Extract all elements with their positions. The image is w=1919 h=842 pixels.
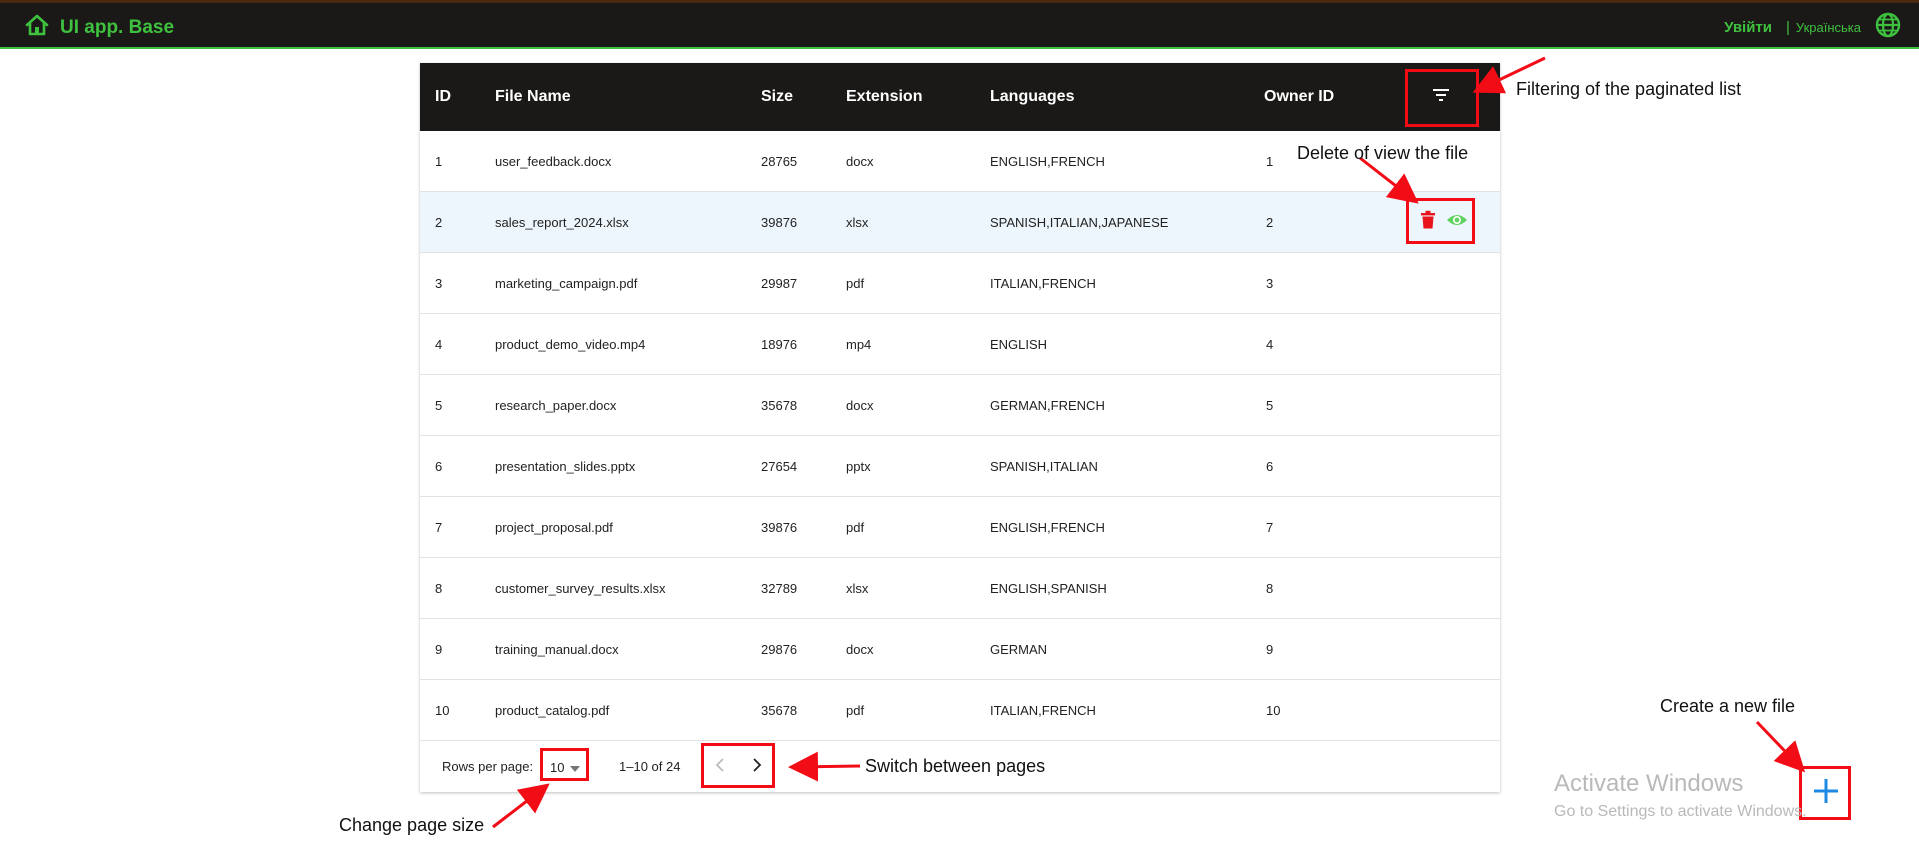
plus-icon — [1811, 776, 1841, 811]
windows-watermark-subtitle: Go to Settings to activate Windows. — [1554, 803, 1807, 820]
annotation-create: Create a new file — [1660, 696, 1796, 716]
annotation-page-size: Change page size — [339, 815, 485, 835]
annotation-filter: Filtering of the paginated list — [1516, 79, 1742, 99]
windows-watermark-title: Activate Windows — [1554, 770, 1744, 797]
annotation-switch-pages: Switch between pages — [865, 756, 1046, 776]
annotation-arrows — [492, 56, 1806, 829]
add-file-button[interactable] — [1806, 773, 1846, 813]
annotation-row-actions: Delete of view the file — [1297, 143, 1469, 163]
